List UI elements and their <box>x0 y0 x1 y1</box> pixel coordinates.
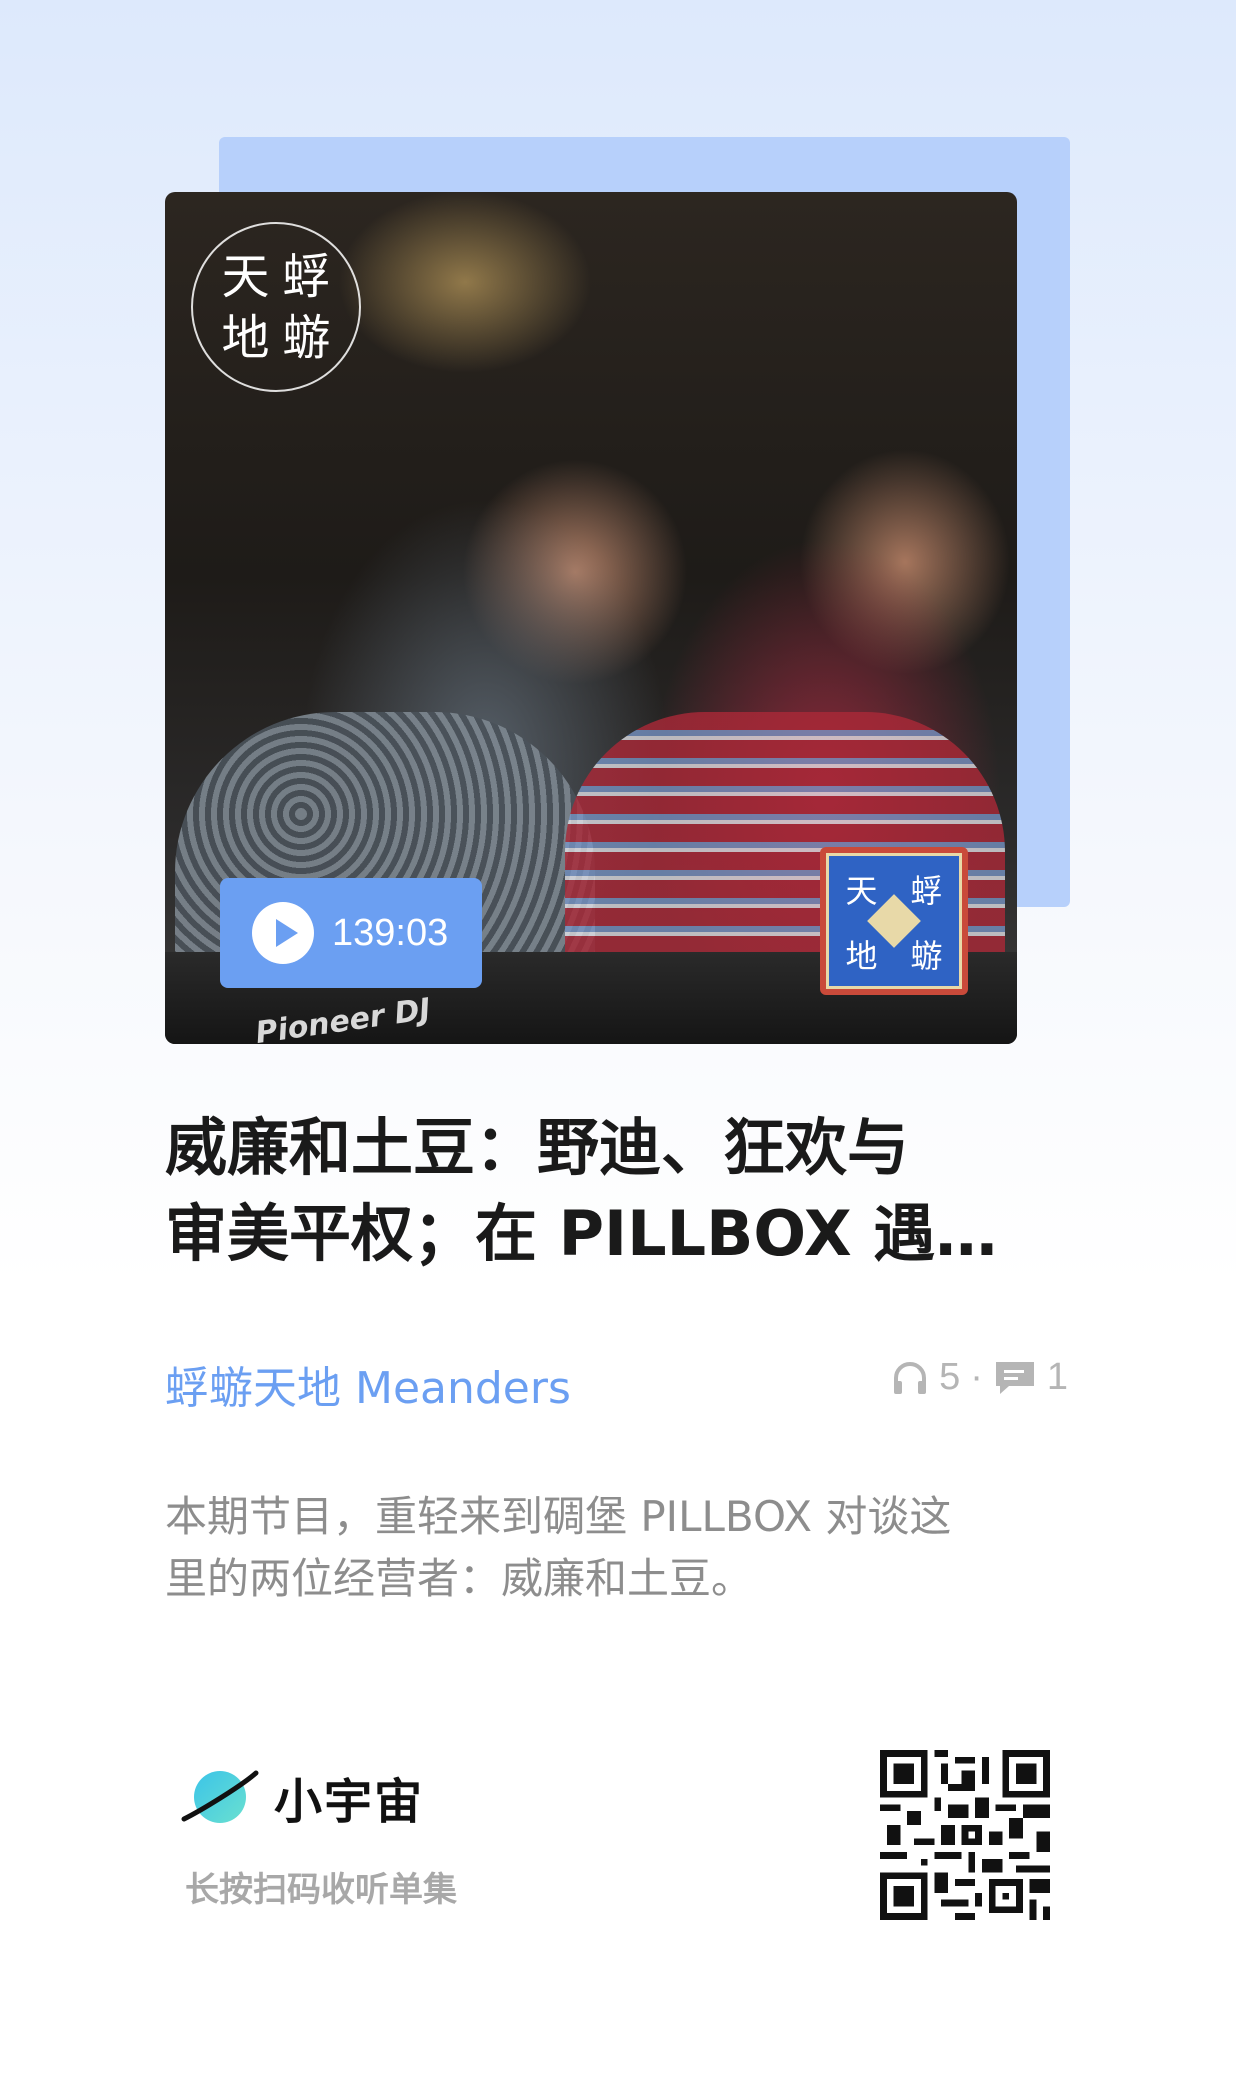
episode-duration: 139:03 <box>332 911 449 954</box>
podcast-logo-circle: 天 蜉 地 蝣 <box>191 222 361 392</box>
scan-hint: 长按扫码收听单集 <box>185 1870 457 1910</box>
podcast-name-link[interactable]: 蜉蝣天地 Meanders <box>165 1352 571 1416</box>
badge-char: 地 <box>845 936 878 975</box>
play-button[interactable]: 139:03 <box>220 878 482 988</box>
play-icon <box>252 902 314 964</box>
badge-char: 蝣 <box>910 936 943 975</box>
comment-icon <box>995 1361 1034 1394</box>
logo-char: 蝣 <box>282 309 331 366</box>
app-brand: 小宇宙 <box>180 1762 424 1832</box>
episode-title: 威廉和土豆：野迪、狂欢与 审美平权；在 PILLBOX 遇… <box>165 1111 998 1270</box>
play-count: 5 <box>939 1356 961 1398</box>
stats-separator: · <box>970 1356 983 1398</box>
episode-stats: 5 · 1 <box>891 1356 1068 1399</box>
episode-cover-image[interactable]: Pioneer DJ 天 蜉 地 蝣 139:03 天 蜉 地 蝣 <box>165 192 1017 1044</box>
qr-code[interactable] <box>880 1750 1050 1920</box>
episode-description: 本期节目，重轻来到碉堡 PILLBOX 对谈这 里的两位经营者：威廉和土豆。 <box>165 1492 952 1603</box>
logo-char: 天 <box>221 248 270 305</box>
badge-char: 蜉 <box>910 871 943 910</box>
planet-logo-icon <box>181 1770 259 1823</box>
app-name: 小宇宙 <box>274 1774 425 1830</box>
podcast-badge: 天 蜉 地 蝣 <box>820 847 968 995</box>
logo-char: 蜉 <box>282 248 331 305</box>
comment-count: 1 <box>1046 1356 1068 1398</box>
headphones-icon <box>894 1361 927 1394</box>
badge-char: 天 <box>845 871 878 910</box>
logo-char: 地 <box>221 309 270 366</box>
